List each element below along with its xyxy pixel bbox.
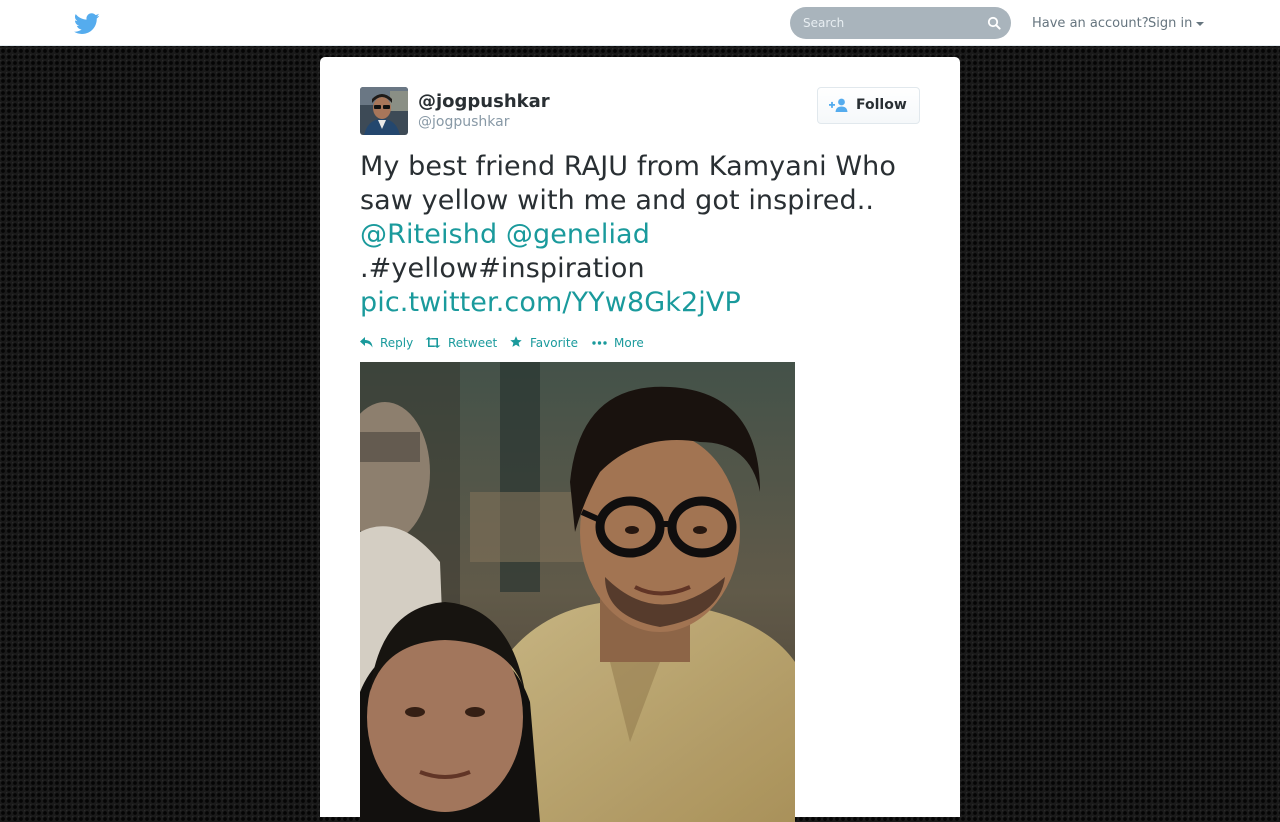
sign-in-link[interactable]: Sign in xyxy=(1148,16,1192,31)
top-navigation-bar: Have an account? Sign in xyxy=(0,0,1280,46)
follow-person-icon xyxy=(829,98,848,112)
more-label: More xyxy=(614,336,644,350)
reply-icon xyxy=(360,337,373,348)
avatar-image xyxy=(360,87,408,135)
have-account-text: Have an account? xyxy=(1032,16,1149,31)
retweet-icon xyxy=(425,337,441,348)
tweet-photo[interactable] xyxy=(360,362,795,822)
tweet-text: My best friend RAJU from Kamyani Who saw… xyxy=(360,150,930,320)
pic-twitter-link[interactable]: pic.twitter.com/YYw8Gk2jVP xyxy=(360,286,930,320)
follow-button-label: Follow xyxy=(856,97,907,113)
retweet-label: Retweet xyxy=(448,336,498,350)
tweet-photo-image xyxy=(360,362,795,822)
more-dots-icon xyxy=(592,341,607,345)
avatar[interactable] xyxy=(360,87,408,135)
chevron-down-icon[interactable] xyxy=(1196,22,1204,26)
favorite-label: Favorite xyxy=(530,336,578,350)
star-icon xyxy=(510,336,522,347)
tweet-mentions-line: @Riteishd @geneliad xyxy=(360,218,930,252)
reply-label: Reply xyxy=(380,336,414,350)
twitter-bird-icon[interactable] xyxy=(74,13,100,35)
tweet-author-screenname[interactable]: @jogpushkar xyxy=(418,114,509,130)
tweet-author-name[interactable]: @jogpushkar xyxy=(418,91,550,112)
search-input[interactable] xyxy=(790,7,970,39)
search-icon[interactable] xyxy=(987,16,1001,30)
mention-link-riteishd[interactable]: @Riteishd xyxy=(360,219,497,250)
tweet-text-line: .#yellow#inspiration xyxy=(360,253,645,284)
follow-button[interactable]: Follow xyxy=(817,87,920,124)
mention-link-geneliad[interactable]: @geneliad xyxy=(506,219,650,250)
tweet-card: @jogpushkar @jogpushkar Follow My best f… xyxy=(320,57,960,822)
search-box xyxy=(790,7,1011,39)
tweet-text-line: My best friend RAJU from Kamyani Who xyxy=(360,151,896,182)
tweet-text-line: saw yellow with me and got inspired.. xyxy=(360,185,875,216)
